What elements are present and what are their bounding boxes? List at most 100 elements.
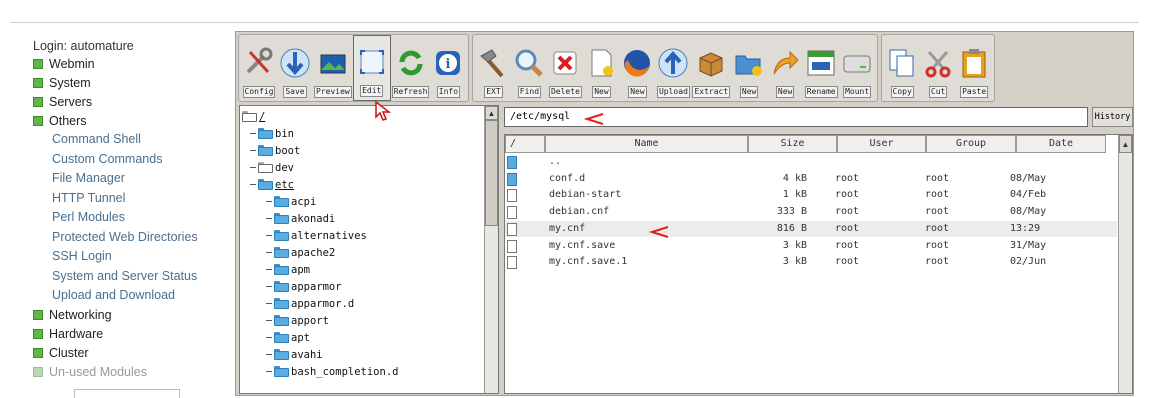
file-date: 13:29 (1010, 222, 1041, 234)
new-folder-icon (732, 46, 766, 80)
tree-item[interactable]: avahi (242, 346, 482, 363)
sort-column-header[interactable]: / (505, 135, 545, 153)
toolbar-button-label: New (775, 86, 795, 98)
toolbar-button-new[interactable]: New (583, 35, 619, 101)
toolbar-button-preview[interactable]: Preview (313, 35, 353, 101)
tree-item[interactable]: apm (242, 261, 482, 278)
tree-item-label: etc (275, 178, 294, 191)
tree-item[interactable]: apport (242, 312, 482, 329)
toolbar-button-rename[interactable]: Rename (803, 35, 839, 101)
toolbar-button-cut[interactable]: Cut (920, 35, 956, 101)
tree-item[interactable]: akonadi (242, 210, 482, 227)
file-user: root (835, 172, 860, 184)
file-group: root (925, 172, 950, 184)
toolbar-button-config[interactable]: Config (241, 35, 277, 101)
tree-item[interactable]: bash_completion.d (242, 363, 482, 380)
tree-item[interactable]: apache2 (242, 244, 482, 261)
tree-item[interactable]: alternatives (242, 227, 482, 244)
date-column-header[interactable]: Date (1016, 135, 1106, 153)
toolbar-button-new[interactable]: New (619, 35, 655, 101)
toolbar-button-edit[interactable]: Edit (352, 35, 391, 101)
tree-item[interactable]: dev (242, 159, 482, 176)
file-size: 3 kB (782, 256, 807, 268)
tree-item-label: alternatives (291, 229, 367, 242)
sidebar-module-link[interactable]: Perl Modules (33, 208, 233, 228)
toolbar-button-new[interactable]: New (767, 35, 803, 101)
sidebar-module-link[interactable]: Custom Commands (33, 150, 233, 170)
folder-icon (274, 366, 289, 377)
file-row[interactable]: debian-start 1 kB root root 04/Feb (505, 187, 1117, 203)
scroll-up-icon[interactable]: ▲ (1119, 135, 1132, 153)
link-arrow-icon (768, 46, 802, 80)
sidebar-module-link[interactable]: SSH Login (33, 247, 233, 267)
category-folder-icon (33, 77, 43, 88)
sidebar-category[interactable]: Hardware (33, 325, 233, 344)
toolbar-button-refresh[interactable]: Refresh (391, 35, 431, 101)
file-date: 04/Feb (1010, 189, 1047, 201)
file-name: debian.cnf (549, 206, 610, 218)
sidebar-category[interactable]: Webmin (33, 54, 233, 73)
tree-scrollbar[interactable]: ▲ (484, 106, 498, 393)
rename-icon (804, 46, 838, 80)
toolbar-button-delete[interactable]: Delete (547, 35, 583, 101)
folder-icon (274, 349, 289, 360)
folder-icon (274, 247, 289, 258)
tree-item[interactable]: acpi (242, 193, 482, 210)
tree-item[interactable]: / (242, 108, 482, 125)
tree-item[interactable]: apt (242, 329, 482, 346)
folder-icon (274, 196, 289, 207)
size-column-header[interactable]: Size (748, 135, 837, 153)
sidebar-category-label: Un-used Modules (49, 365, 147, 379)
sidebar-category[interactable]: Cluster (33, 344, 233, 363)
tree-scroll-thumb[interactable] (485, 120, 498, 226)
toolbar-button-label: Rename (804, 86, 838, 98)
scroll-up-icon[interactable]: ▲ (485, 106, 498, 120)
sidebar-module-link[interactable]: Protected Web Directories (33, 228, 233, 248)
sidebar-search-input[interactable] (74, 389, 180, 398)
name-column-header[interactable]: Name (545, 135, 748, 153)
tree-item[interactable]: boot (242, 142, 482, 159)
tree-item[interactable]: apparmor.d (242, 295, 482, 312)
file-row[interactable]: my.cnf 816 B root root 13:29 (505, 220, 1117, 237)
toolbar-button-copy[interactable]: Copy (884, 35, 920, 101)
toolbar-button-find[interactable]: Find (511, 35, 547, 101)
toolbar-button-upload[interactable]: Upload (655, 35, 691, 101)
file-row[interactable]: debian.cnf 333 B root root 08/May (505, 204, 1117, 220)
sidebar-category[interactable]: System (33, 73, 233, 92)
toolbar-button-mount[interactable]: Mount (839, 35, 875, 101)
sidebar-category[interactable]: Un-used Modules (33, 363, 233, 382)
sidebar-module-link[interactable]: Command Shell (33, 130, 233, 150)
login-label: Login: automature (33, 39, 134, 53)
group-column-header[interactable]: Group (926, 135, 1016, 153)
toolbar-button-save[interactable]: Save (277, 35, 313, 101)
sidebar-category[interactable]: Networking (33, 306, 233, 325)
toolbar-button-label: Edit (360, 85, 384, 97)
sidebar-category[interactable]: Servers (33, 92, 233, 111)
toolbar-button-ext[interactable]: EXT (475, 35, 511, 101)
history-button[interactable]: History (1092, 107, 1133, 127)
file-row[interactable]: conf.d 4 kB root root 08/May (505, 171, 1117, 187)
file-list-scrollbar[interactable]: ▲ (1118, 135, 1132, 393)
folder-icon (258, 145, 273, 156)
tree-connector (266, 286, 272, 287)
tree-item[interactable]: apparmor (242, 278, 482, 295)
tree-item[interactable]: etc (242, 176, 482, 193)
tree-connector (266, 201, 272, 202)
toolbar-button-extract[interactable]: Extract (691, 35, 731, 101)
file-row[interactable]: my.cnf.save 3 kB root root 31/May (505, 238, 1117, 254)
sidebar-module-link[interactable]: HTTP Tunnel (33, 189, 233, 209)
file-row[interactable]: .. (505, 154, 1117, 170)
user-column-header[interactable]: User (837, 135, 926, 153)
tree-connector (266, 252, 272, 253)
category-folder-icon (33, 58, 43, 69)
file-date: 31/May (1010, 239, 1047, 251)
sidebar-module-link[interactable]: System and Server Status (33, 267, 233, 287)
toolbar-button-info[interactable]: i Info (430, 35, 466, 101)
tree-item[interactable]: bin (242, 125, 482, 142)
toolbar-button-paste[interactable]: Paste (956, 35, 992, 101)
sidebar-module-link[interactable]: Upload and Download (33, 286, 233, 306)
file-row[interactable]: my.cnf.save.1 3 kB root root 02/Jun (505, 254, 1117, 270)
sidebar-module-link[interactable]: File Manager (33, 169, 233, 189)
toolbar-button-new[interactable]: New (731, 35, 767, 101)
sidebar-category[interactable]: Others (33, 111, 233, 130)
